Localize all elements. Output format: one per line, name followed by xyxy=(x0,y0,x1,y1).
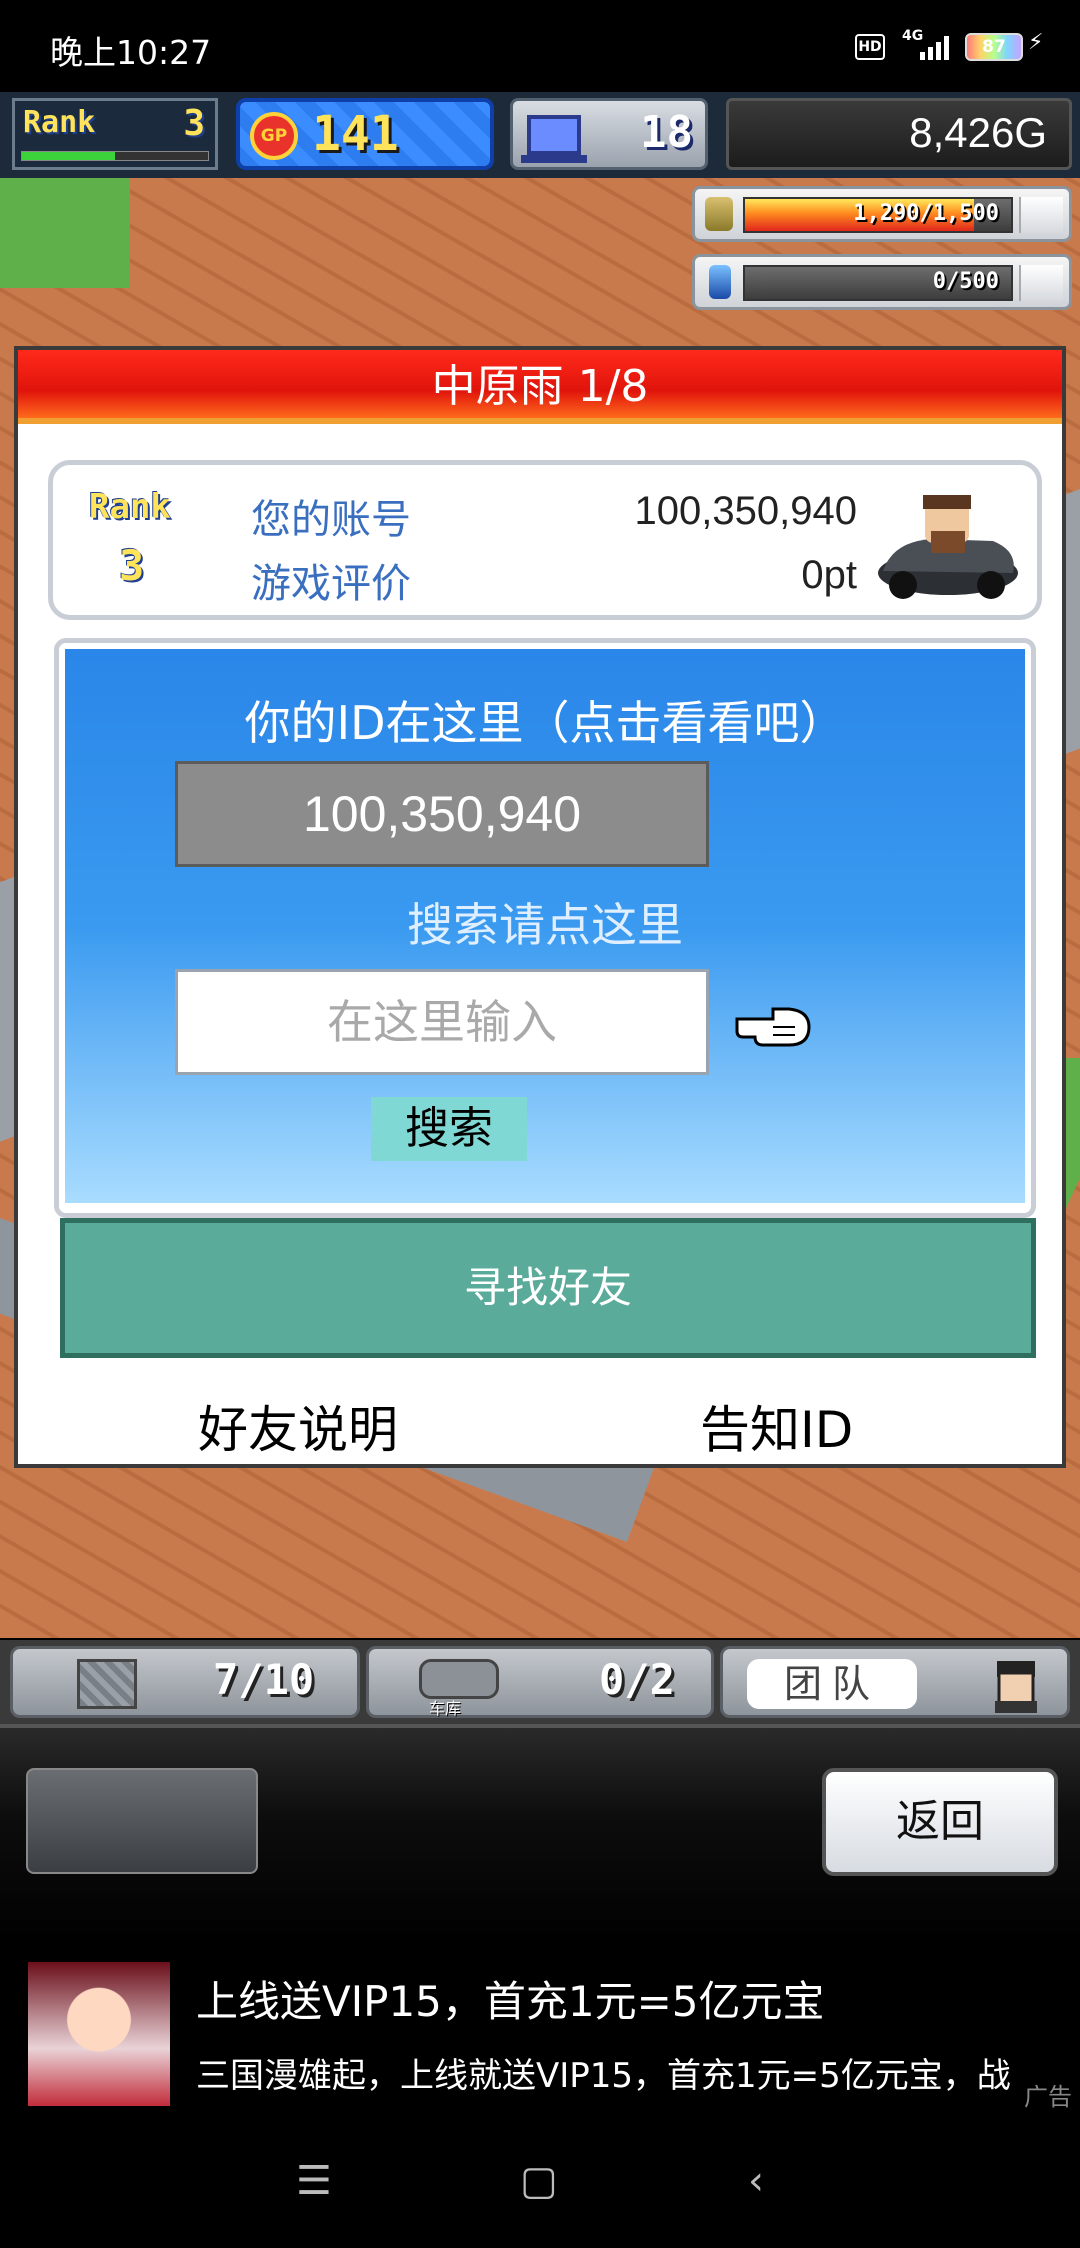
garage-slot[interactable]: 车库 0/2 xyxy=(366,1646,714,1718)
back-button[interactable]: 返回 xyxy=(822,1768,1058,1876)
account-card: Rank 3 您的账号 100,350,940 游戏评价 0pt xyxy=(48,460,1042,620)
gp-coin-icon: GP xyxy=(250,112,298,160)
grass-patch xyxy=(0,178,130,288)
staff-face-icon xyxy=(995,1661,1037,1713)
bottom-panel: 返回 xyxy=(0,1724,1080,1948)
dialog-title: 中原雨 1/8 xyxy=(18,350,1062,424)
rank-value: 3 xyxy=(183,103,205,144)
bottom-tray: 7/10 车库 0/2 团队 xyxy=(0,1640,1080,1724)
charging-icon: ⚡ xyxy=(1028,30,1044,55)
computer-icon xyxy=(521,115,587,163)
money-display: 8,426G xyxy=(726,98,1072,170)
friend-dialog: 中原雨 1/8 Rank 3 您的账号 100,350,940 游戏评价 0pt… xyxy=(14,346,1066,1468)
back-icon[interactable]: ‹ xyxy=(748,2158,764,2204)
my-id-display[interactable]: 100,350,940 xyxy=(175,761,709,867)
search-button[interactable]: 搜索 xyxy=(371,1097,527,1161)
system-nav-bar: ☰ ▢ ‹ xyxy=(0,2118,1080,2248)
research-points-text: 1,290/1,500 xyxy=(853,201,999,226)
search-hint: 搜索请点这里 xyxy=(407,898,683,952)
hd-badge: HD xyxy=(855,34,885,60)
search-panel: 你的ID在这里（点击看看吧） 100,350,940 搜索请点这里 在这里输入 … xyxy=(54,638,1036,1218)
account-rank-label: Rank xyxy=(89,487,171,527)
battery-icon: 87 xyxy=(965,33,1023,61)
home-icon[interactable]: ▢ xyxy=(520,2158,558,2204)
gp-value: 141 xyxy=(312,106,399,162)
avatar-car-icon xyxy=(878,495,1018,599)
id-header: 你的ID在这里（点击看看吧） xyxy=(244,696,846,750)
pointing-hand-icon xyxy=(735,1007,811,1047)
account-rank-value: 3 xyxy=(119,541,145,590)
garage-car-icon xyxy=(419,1659,499,1699)
friend-help-link[interactable]: 好友说明 xyxy=(198,1390,398,1462)
ad-body: 三国漫雄起，上线就送VIP15，首充1元=5亿元宝，战 xyxy=(196,2056,1011,2096)
rank-label: Rank xyxy=(23,105,96,140)
coin-stack-icon xyxy=(705,197,733,231)
team-slot[interactable]: 团队 xyxy=(720,1646,1070,1718)
rank-display[interactable]: Rank 3 xyxy=(12,98,218,170)
gp-display[interactable]: GP 141 xyxy=(236,98,494,170)
find-friends-button[interactable]: 寻找好友 xyxy=(60,1218,1036,1358)
crate-icon xyxy=(77,1659,137,1709)
status-bar: 晚上10:27 HD 4G 87 ⚡ xyxy=(0,0,1080,92)
signal-icon xyxy=(920,34,949,60)
rank-progress-bar xyxy=(21,151,209,161)
menu-icon[interactable]: ☰ xyxy=(296,2158,332,2204)
game-hud: Rank 3 GP 141 18 8,426G xyxy=(0,92,1080,178)
computers-value: 18 xyxy=(640,107,693,158)
team-label: 团队 xyxy=(747,1659,917,1709)
ad-mark: 广告 xyxy=(1024,2083,1072,2111)
garage-label: 车库 xyxy=(429,1699,462,1718)
computers-display[interactable]: 18 xyxy=(510,98,708,170)
money-value: 8,426G xyxy=(909,109,1047,156)
ad-thumbnail[interactable] xyxy=(28,1962,170,2106)
garage-count: 0/2 xyxy=(599,1655,675,1704)
tell-id-link[interactable]: 告知ID xyxy=(700,1390,853,1462)
account-id-value: 100,350,940 xyxy=(634,489,857,533)
rating-label: 游戏评价 xyxy=(251,561,411,607)
account-id-label: 您的账号 xyxy=(251,497,411,543)
fuel-text: 0/500 xyxy=(932,269,999,294)
research-points-bar[interactable]: 1,290/1,500 xyxy=(692,186,1072,242)
fuel-bar[interactable]: 0/500 xyxy=(692,254,1072,310)
search-id-input[interactable]: 在这里输入 xyxy=(175,969,709,1075)
ad-title: 上线送VIP15，首充1元=5亿元宝 xyxy=(196,1977,825,2026)
storage-count: 7/10 xyxy=(213,1655,315,1704)
ad-banner[interactable]: 上线送VIP15，首充1元=5亿元宝 三国漫雄起，上线就送VIP15，首充1元=… xyxy=(0,1948,1080,2118)
clock: 晚上10:27 xyxy=(50,33,212,72)
fuel-bottle-icon xyxy=(709,265,731,299)
rating-value: 0pt xyxy=(801,553,857,597)
empty-slot[interactable] xyxy=(26,1768,258,1874)
storage-slot[interactable]: 7/10 xyxy=(10,1646,360,1718)
